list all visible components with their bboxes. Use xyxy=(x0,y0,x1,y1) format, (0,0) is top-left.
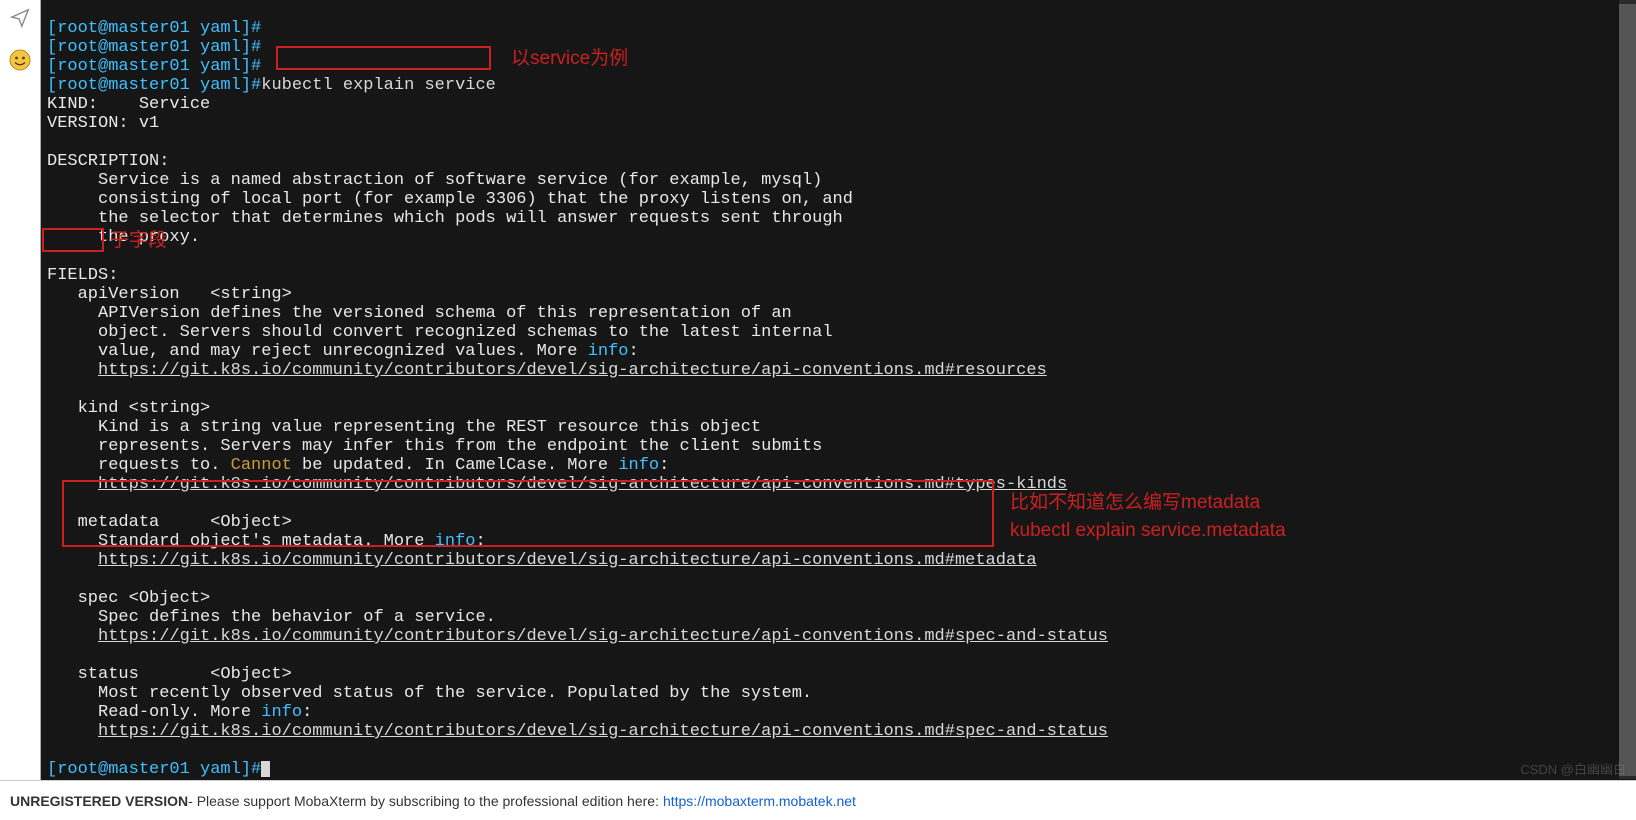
annotation-text: 以service为例 xyxy=(511,46,628,72)
field-desc: value, and may reject unrecognized value… xyxy=(47,342,588,361)
prompt-text: [root@master01 yaml]# xyxy=(47,57,261,76)
left-toolbar xyxy=(0,0,40,780)
cursor xyxy=(261,761,270,777)
kind-value: Service xyxy=(139,95,210,114)
app-root: [root@master01 yaml]# [root@master01 yam… xyxy=(0,0,1636,820)
command-text: kubectl explain service xyxy=(261,76,496,95)
field-desc: represents. Servers may infer this from … xyxy=(47,437,822,456)
prompt-text: [root@master01 yaml]# xyxy=(47,76,261,95)
field-desc: Read-only. More xyxy=(47,703,261,722)
terminal-output[interactable]: [root@master01 yaml]# [root@master01 yam… xyxy=(40,0,1636,780)
prompt-text: [root@master01 yaml]# xyxy=(47,19,261,38)
field-desc: Standard object's metadata. More xyxy=(47,532,435,551)
description-text: consisting of local port (for example 33… xyxy=(47,190,853,209)
cannot-keyword: Cannot xyxy=(231,456,292,475)
annotation-text: kubectl explain service.metadata xyxy=(1010,518,1286,544)
annotation-text: 比如不知道怎么编写metadata xyxy=(1010,490,1260,516)
field-desc: Most recently observed status of the ser… xyxy=(47,684,812,703)
field-desc: object. Servers should convert recognize… xyxy=(47,323,833,342)
field-name: apiVersion <string> xyxy=(47,285,292,304)
field-desc: be updated. In CamelCase. More xyxy=(292,456,618,475)
doc-link[interactable]: https://git.k8s.io/community/contributor… xyxy=(98,722,1108,741)
scrollbar-thumb[interactable] xyxy=(1619,4,1636,776)
field-desc: Spec defines the behavior of a service. xyxy=(47,608,496,627)
prompt-text: [root@master01 yaml]# xyxy=(47,760,261,779)
field-name: metadata <Object> xyxy=(47,513,292,532)
paper-plane-icon[interactable] xyxy=(6,4,34,32)
field-name: spec <Object> xyxy=(47,589,210,608)
field-desc: APIVersion defines the versioned schema … xyxy=(47,304,792,323)
doc-link[interactable]: https://git.k8s.io/community/contributor… xyxy=(98,361,1047,380)
unregistered-label: UNREGISTERED VERSION xyxy=(10,793,188,809)
annotation-text: 子字段 xyxy=(110,228,167,254)
description-header: DESCRIPTION: xyxy=(47,152,169,171)
version-label: VERSION: xyxy=(47,114,139,133)
info-keyword: info xyxy=(618,456,659,475)
description-text: the selector that determines which pods … xyxy=(47,209,843,228)
footer-text: - Please support MobaXterm by subscribin… xyxy=(188,793,659,809)
field-desc: Kind is a string value representing the … xyxy=(47,418,761,437)
field-desc: requests to. xyxy=(47,456,231,475)
emoji-icon[interactable] xyxy=(6,46,34,74)
info-keyword: info xyxy=(435,532,476,551)
doc-link[interactable]: https://git.k8s.io/community/contributor… xyxy=(98,551,1037,570)
kind-label: KIND: xyxy=(47,95,139,114)
footer-bar: UNREGISTERED VERSION - Please support Mo… xyxy=(0,780,1636,820)
description-text: Service is a named abstraction of softwa… xyxy=(47,171,822,190)
field-name: kind <string> xyxy=(47,399,210,418)
fields-header: FIELDS: xyxy=(47,266,118,285)
footer-link[interactable]: https://mobaxterm.mobatek.net xyxy=(663,793,856,809)
info-keyword: info xyxy=(588,342,629,361)
doc-link[interactable]: https://git.k8s.io/community/contributor… xyxy=(98,475,1067,494)
doc-link[interactable]: https://git.k8s.io/community/contributor… xyxy=(98,627,1108,646)
terminal-scrollbar[interactable] xyxy=(1619,0,1636,779)
version-value: v1 xyxy=(139,114,159,133)
field-name: status <Object> xyxy=(47,665,292,684)
prompt-text: [root@master01 yaml]# xyxy=(47,38,261,57)
info-keyword: info xyxy=(261,703,302,722)
csdn-watermark: CSDN @白幽幽白 xyxy=(1520,759,1626,778)
